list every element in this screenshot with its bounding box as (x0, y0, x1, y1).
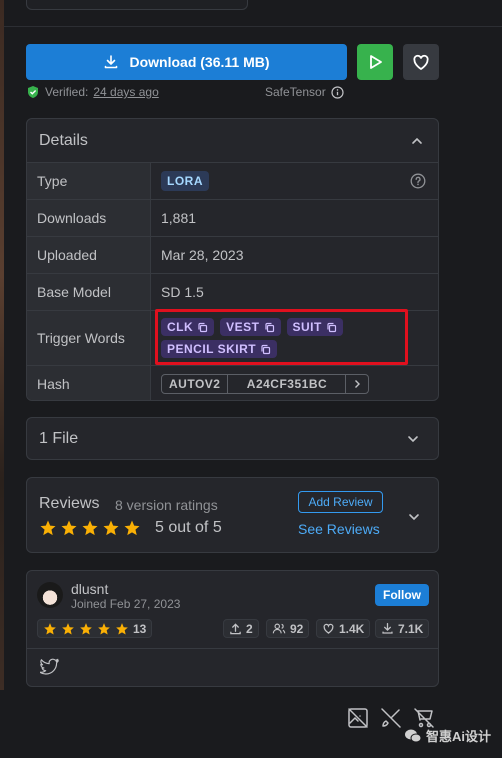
trigger-word-chip[interactable]: SUIT (286, 318, 343, 336)
trigger-words-list: CLK VEST SUIT PENCIL SKIRT (161, 310, 391, 366)
shield-check-icon (28, 86, 38, 98)
star-icon (82, 520, 98, 536)
downloads-value: 1,881 (161, 210, 197, 226)
rating-stars (39, 519, 141, 537)
download-label: Download (36.11 MB) (129, 54, 270, 70)
trigger-words-label: Trigger Words (27, 311, 151, 365)
details-title: Details (39, 131, 88, 149)
uploaded-value: Mar 28, 2023 (161, 247, 244, 263)
likes-stat: 1.4K (316, 619, 371, 638)
bottom-actions (346, 706, 370, 730)
heart-icon (323, 623, 334, 634)
background-image-edge (0, 0, 4, 690)
safetensor-info[interactable]: SafeTensor (265, 85, 344, 99)
chevron-right-icon (355, 380, 361, 388)
play-icon (370, 55, 382, 69)
top-panel-fragment (26, 0, 248, 10)
image-off-icon[interactable] (346, 706, 370, 730)
upload-icon (230, 623, 241, 635)
avatar[interactable] (37, 582, 63, 608)
rating-score: 5 out of 5 (155, 519, 222, 536)
files-panel[interactable]: 1 File (26, 417, 439, 460)
hash-row: Hash AUTOV2 A24CF351BC (27, 366, 438, 400)
rating-count: 13 (133, 621, 147, 636)
uploaded-label: Uploaded (27, 237, 151, 273)
creator-rating: 13 (37, 619, 153, 638)
see-reviews-link[interactable]: See Reviews (298, 521, 380, 537)
type-row: Type LORA (27, 163, 438, 200)
brush-off-icon[interactable] (379, 706, 403, 730)
run-button[interactable] (357, 44, 393, 80)
verified-status: Verified: 24 days ago (26, 85, 159, 99)
hash-value[interactable]: A24CF351BC (227, 375, 345, 393)
chevron-up-icon (412, 137, 422, 144)
hash-selector[interactable]: AUTOV2 A24CF351BC (161, 374, 370, 394)
downloads-row: Downloads 1,881 (27, 200, 438, 237)
watermark: 智惠Ai设计 (404, 726, 491, 745)
star-icon (40, 520, 56, 536)
star-icon (80, 622, 92, 635)
chevron-down-icon[interactable] (407, 510, 421, 524)
safetensor-label: SafeTensor (265, 85, 326, 99)
divider (4, 26, 502, 27)
star-icon (124, 520, 140, 536)
chevron-down-icon (408, 435, 418, 442)
download-icon (382, 622, 393, 634)
verified-date-link[interactable]: 24 days ago (93, 85, 158, 99)
download-icon (105, 55, 118, 69)
base-model-value: SD 1.5 (161, 284, 204, 300)
trigger-word-chip[interactable]: VEST (220, 318, 281, 336)
verified-prefix: Verified: (45, 85, 89, 99)
base-model-row: Base Model SD 1.5 (27, 274, 438, 311)
hash-type[interactable]: AUTOV2 (162, 375, 227, 393)
base-model-label: Base Model (27, 274, 151, 310)
divider (27, 648, 438, 649)
users-icon (272, 623, 286, 634)
trigger-words-row: Trigger Words CLK VEST SUIT PENCIL SKIRT (27, 311, 438, 366)
trigger-word-chip[interactable]: CLK (161, 318, 215, 336)
reviews-panel: Reviews 8 version ratings 5 out of 5 Add… (26, 477, 439, 553)
reviews-title: Reviews (39, 495, 100, 512)
followers-stat: 92 (266, 619, 310, 638)
copy-icon (327, 322, 336, 332)
twitter-icon[interactable] (40, 658, 60, 676)
downloads-label: Downloads (27, 200, 151, 236)
creator-name[interactable]: dlusnt (71, 581, 108, 597)
uploads-stat: 2 (223, 619, 259, 638)
uploaded-row: Uploaded Mar 28, 2023 (27, 237, 438, 274)
trigger-word-chip[interactable]: PENCIL SKIRT (161, 340, 278, 358)
creator-joined: Joined Feb 27, 2023 (71, 597, 181, 611)
star-icon (62, 622, 74, 635)
star-icon (116, 622, 128, 635)
watermark-text: 智惠Ai设计 (426, 729, 492, 744)
type-label: Type (27, 163, 151, 199)
type-badge: LORA (161, 171, 209, 191)
favorite-button[interactable] (403, 44, 439, 80)
add-review-button[interactable]: Add Review (298, 491, 383, 513)
files-label: 1 File (39, 429, 79, 447)
star-icon (103, 520, 119, 536)
copy-icon (198, 322, 208, 332)
info-icon (331, 85, 344, 99)
heart-icon (413, 54, 429, 70)
copy-icon (264, 322, 274, 332)
star-icon (61, 520, 77, 536)
hash-label: Hash (27, 366, 151, 400)
creator-panel: dlusnt Joined Feb 27, 2023 Follow 13 2 9… (26, 570, 439, 687)
help-icon[interactable] (410, 173, 426, 189)
star-icon (98, 622, 110, 635)
download-button[interactable]: Download (36.11 MB) (26, 44, 347, 80)
details-header[interactable]: Details (27, 119, 438, 163)
wechat-icon (405, 729, 422, 742)
hash-next-button[interactable] (345, 375, 368, 393)
downloads-stat: 7.1K (375, 619, 430, 638)
follow-button[interactable]: Follow (375, 584, 429, 606)
star-icon (44, 622, 56, 635)
reviews-count: 8 version ratings (115, 497, 218, 513)
copy-icon (261, 344, 271, 354)
details-panel: Details Type LORA Downloads 1,881 Upload… (26, 118, 439, 401)
bottom-actions (379, 706, 403, 730)
